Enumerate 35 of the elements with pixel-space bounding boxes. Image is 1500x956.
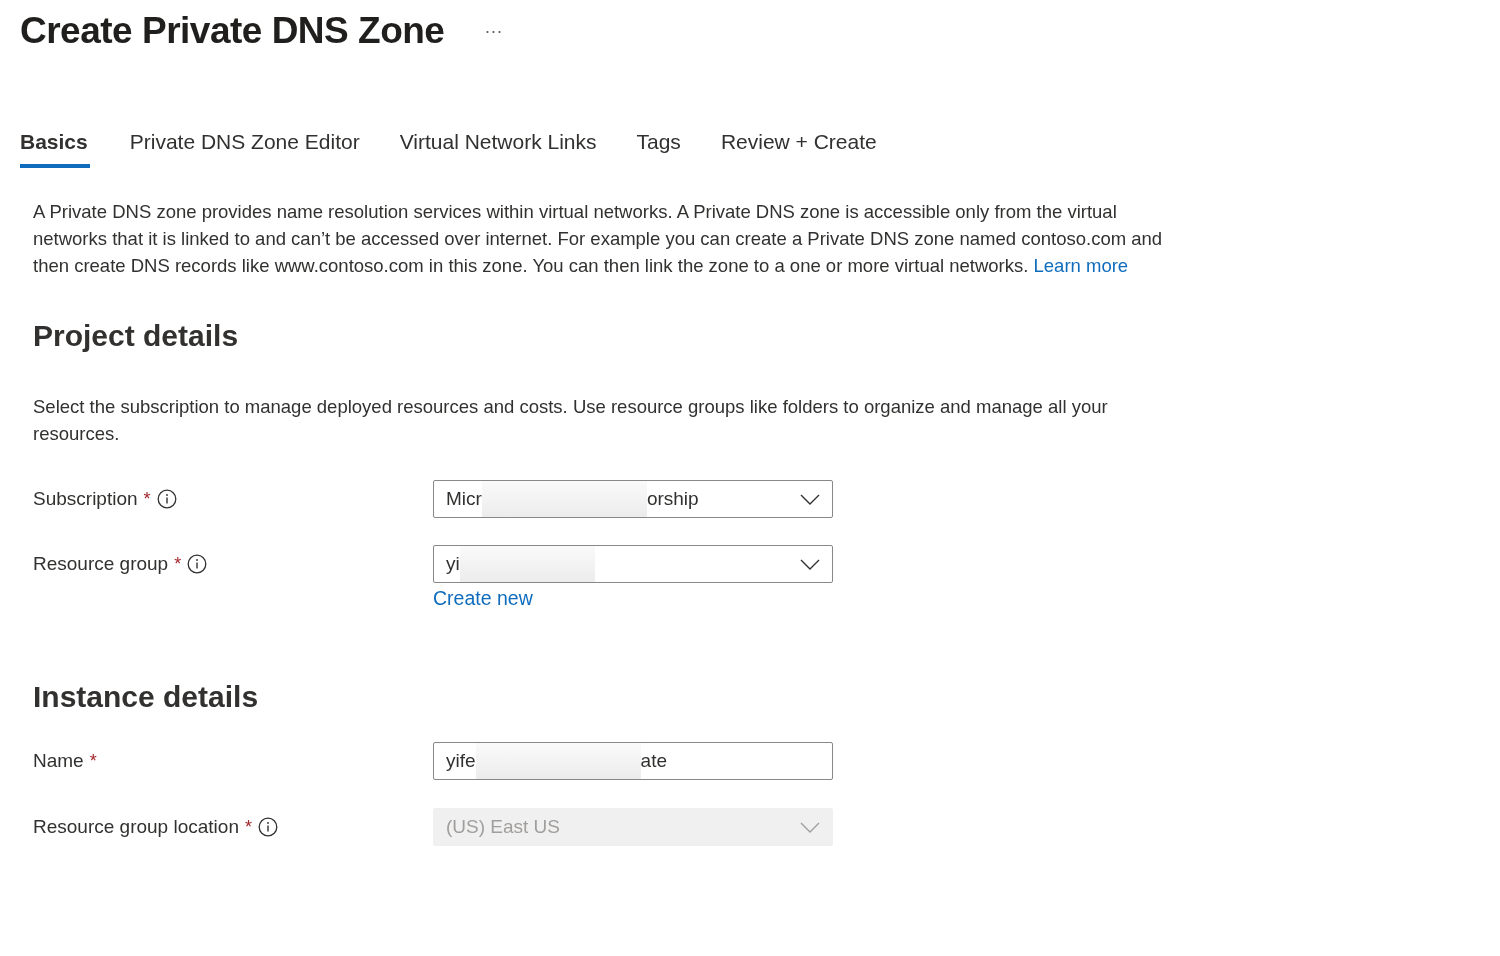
field-label: Name [33, 750, 84, 772]
field-value: yife [446, 750, 476, 772]
required-mark: * [89, 750, 97, 772]
chevron-down-icon [800, 558, 820, 570]
dropdown-field[interactable]: Micr orship [433, 480, 833, 518]
field-value: yi [446, 553, 460, 575]
field-label: Resource group [33, 553, 169, 575]
field-label: Resource group location [33, 816, 239, 838]
required-mark: * [143, 488, 151, 510]
section-description: Select the subscription to manage deployed resources and costs. Use resource groups like folders to organize and manage all your resources. [33, 395, 1109, 446]
create-new-link[interactable]: Create new [433, 587, 533, 610]
tab[interactable]: Tags [636, 126, 681, 168]
info-icon[interactable] [156, 489, 177, 509]
more-options[interactable]: ··· [484, 20, 503, 42]
section-heading: Project details [33, 319, 240, 353]
dropdown-field[interactable]: yi [433, 545, 833, 583]
page-title: Create Private DNS Zone [20, 10, 445, 52]
tab[interactable]: Private DNS Zone Editor [129, 126, 360, 168]
field-value: ate [640, 750, 667, 772]
field-value: (US) East US [446, 816, 561, 838]
field-label: Subscription [33, 488, 138, 510]
tab[interactable]: Virtual Network Links [399, 126, 597, 168]
tab[interactable]: Basics [20, 126, 90, 168]
learn-more-link[interactable]: Learn more [1033, 255, 1129, 276]
chevron-down-icon [800, 821, 820, 833]
tab[interactable]: Review + Create [720, 126, 877, 168]
info-icon[interactable] [187, 554, 208, 574]
required-mark: * [174, 553, 182, 575]
chevron-down-icon [800, 493, 820, 505]
field-value: orship [646, 488, 699, 510]
text-field[interactable]: yife ate [433, 742, 833, 780]
required-mark: * [244, 816, 252, 838]
field-value: Micr [446, 488, 482, 510]
intro-text: A Private DNS zone provides name resolution services within virtual networks. A Private DNS zone is accessible only from the virtual networks that it is linked to and can’t be accessed over internet. For example you can create a Private DNS zone named contoso.com and then create DNS records like www.contoso.com in this zone. You can then link the zone to a one or more virtual networks. Learn more [33, 200, 1164, 278]
section-heading: Instance details [33, 680, 260, 714]
